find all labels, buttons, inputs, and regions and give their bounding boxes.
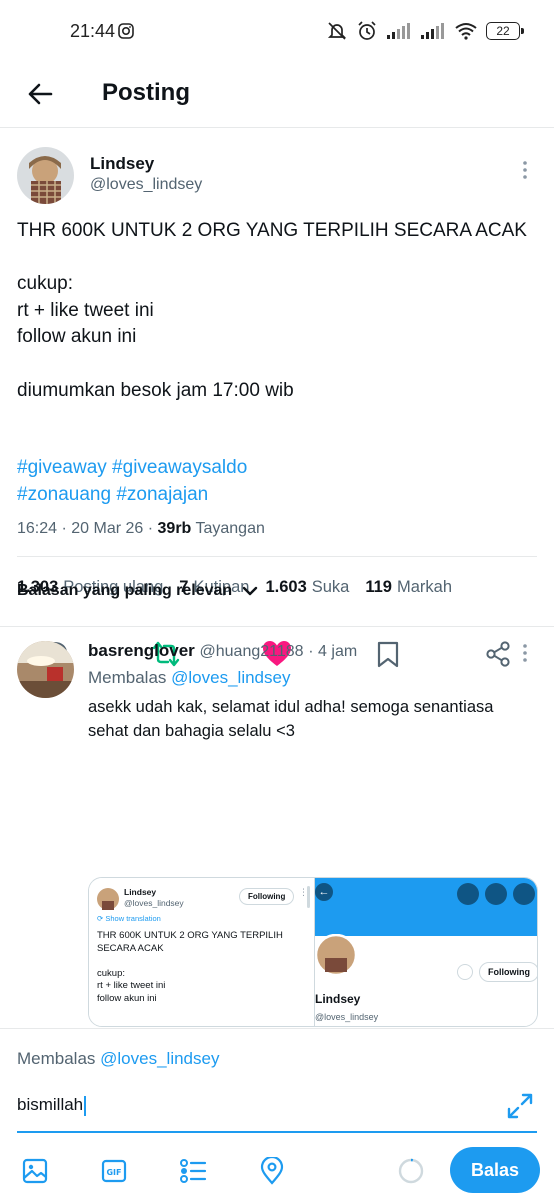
views-label: Tayangan [195,520,265,537]
add-image-button[interactable] [20,1156,50,1186]
replying-to-handle[interactable]: @loves_lindsey [171,668,290,687]
add-location-button[interactable] [257,1156,287,1186]
status-icons: 22 [326,20,524,42]
post-timestamp: 16:24 · 20 Mar 26 · [17,520,158,537]
embed-follow-button: Following [239,888,295,905]
reply-image[interactable]: Lindsey @loves_lindsey Following ⋮ ⟳ Sho… [88,877,538,1027]
post-text: THR 600K UNTUK 2 ORG YANG TERPILIH SECAR… [17,220,527,401]
stat-bookmarks[interactable]: 119 Markah [365,578,452,597]
svg-text:GIF: GIF [106,1168,121,1177]
embed-search-icon [485,883,507,905]
avatar[interactable] [17,147,74,204]
embed-translate: ⟳ Show translation [97,914,161,923]
reply-input[interactable]: bismillah [17,1095,87,1116]
reply-avatar[interactable] [17,641,74,698]
embed-profile-name: Lindsey [315,992,361,1006]
chevron-down-icon [243,586,258,596]
reply-header: basrenglover @huang21188 · 4 jam [88,641,357,661]
more-options-icon[interactable] [517,160,533,180]
text-caret [84,1095,87,1116]
alarm-icon [358,21,376,40]
author-name[interactable]: Lindsey [90,154,154,174]
hashtags-line-2[interactable]: #zonauang #zonajajan [17,482,537,509]
stat-likes[interactable]: 1.603 Suka [265,578,349,597]
reply-composer: Membalas @loves_lindsey bismillah GIF Ba… [0,1028,554,1200]
arrow-left-icon [28,83,53,105]
image-icon [22,1158,48,1184]
share-icon [486,641,510,667]
composer-replying-to: Membalas @loves_lindsey [17,1049,220,1068]
reply-author-handle[interactable]: @huang21188 [200,643,304,660]
gif-icon: GIF [101,1159,127,1183]
page-title: Posting [102,79,190,106]
back-button[interactable] [22,76,58,112]
post-meta: 16:24 · 20 Mar 26 · 39rb Tayangan [17,520,265,538]
reply-sort-dropdown[interactable]: Balasan yang paling relevan [17,582,258,600]
embed-profile-follow: Following [479,962,537,982]
status-time: 21:44 [70,21,116,41]
hashtags-line-1[interactable]: #giveaway #giveawaysaldo [17,455,537,482]
embed-back-icon: ← [315,883,333,901]
reply-author-name[interactable]: basrenglover [88,641,195,660]
embed-profile-avatar [315,934,357,976]
mute-bell-icon [327,22,347,40]
divider [0,626,554,627]
author-handle[interactable]: @loves_lindsey [90,176,202,194]
embed-name: Lindsey [124,887,157,897]
character-count-ring [398,1158,424,1184]
bookmark-icon [377,641,399,668]
embed-handle: @loves_lindsey [124,898,184,908]
location-icon [260,1157,284,1185]
composer-replying-handle[interactable]: @loves_lindsey [100,1049,219,1068]
more-options-icon[interactable] [517,643,533,663]
hashtags: #giveaway #giveawaysaldo #zonauang #zona… [17,455,537,508]
signal-icon [387,23,410,39]
embed-scrollbar [307,886,310,908]
share-button[interactable] [482,638,514,670]
embed-screenshot-left: Lindsey @loves_lindsey Following ⋮ ⟳ Sho… [89,878,315,1026]
replying-to: Membalas @loves_lindsey [88,668,291,687]
status-bar: 21:44 22 [0,0,554,62]
signal-icon-2 [421,23,444,39]
embed-screenshot-right: ← Following Lindsey @loves_lindsey [315,878,537,1026]
add-gif-button[interactable]: GIF [99,1156,129,1186]
input-underline [17,1131,537,1133]
poll-icon [180,1159,207,1183]
battery-indicator: 22 [486,22,524,40]
embed-bell-icon [457,964,473,980]
embed-profile-handle: @loves_lindsey [315,1012,379,1022]
embed-sync-icon [457,883,479,905]
sort-label: Balasan yang paling relevan [17,582,233,599]
divider [17,556,537,557]
embed-avatar [97,888,119,910]
bookmark-button[interactable] [372,638,404,670]
add-poll-button[interactable] [178,1156,208,1186]
top-bar: Posting [0,62,554,128]
instagram-icon [118,23,134,39]
reply-time: · 4 jam [308,643,358,660]
views-count: 39rb [157,520,192,537]
expand-icon[interactable] [505,1091,535,1121]
reply-submit-button[interactable]: Balas [450,1147,540,1193]
embed-more-icon [513,883,535,905]
embed-text: THR 600K UNTUK 2 ORG YANG TERPILIH SECAR… [97,930,283,1004]
reply-text: asekk udah kak, selamat idul adha! semog… [88,698,494,740]
wifi-icon [455,23,477,40]
